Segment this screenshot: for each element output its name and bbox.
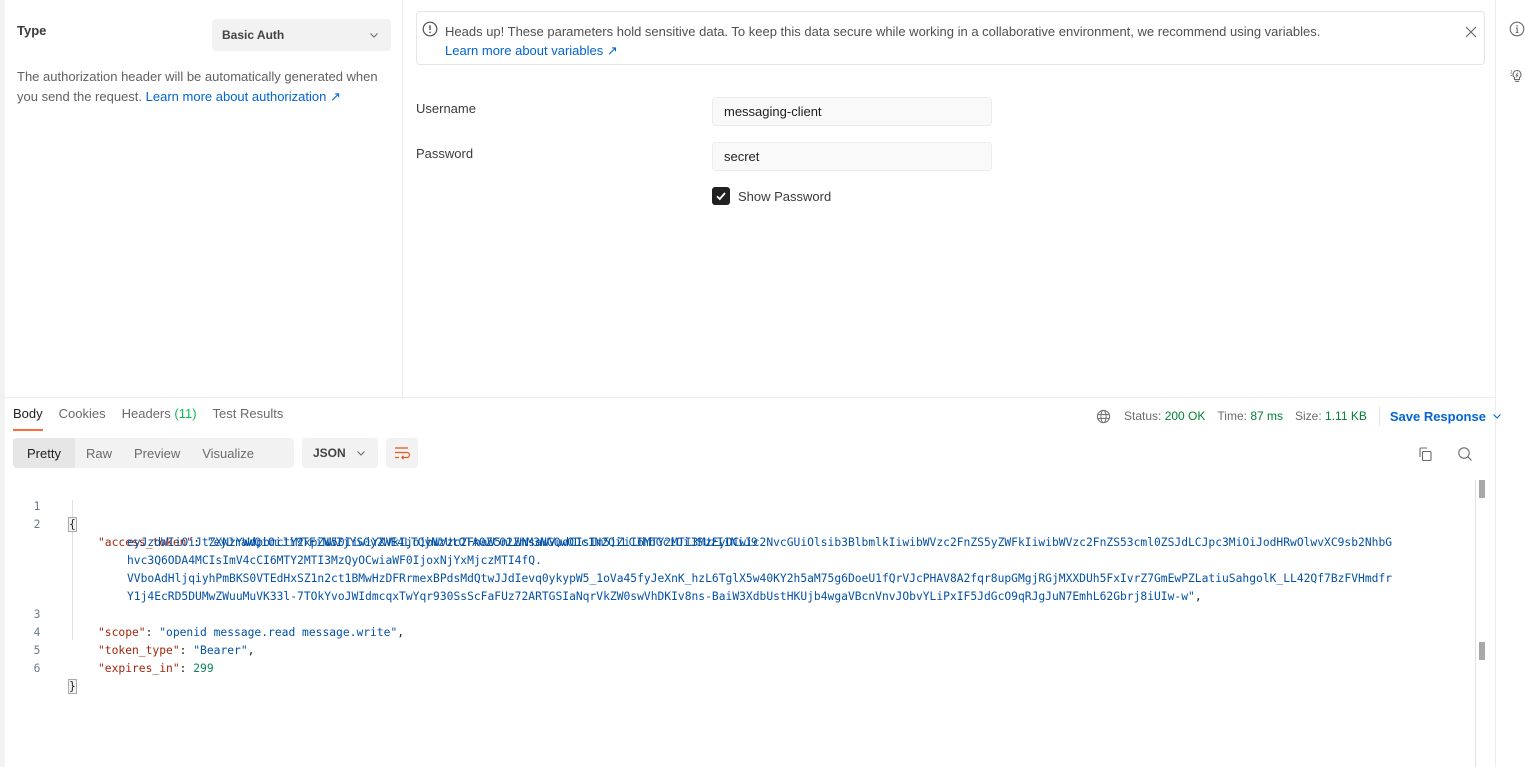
search-icon[interactable] bbox=[1457, 446, 1473, 462]
wrap-lines-icon bbox=[395, 447, 411, 460]
tab-test-results-label: Test Results bbox=[212, 406, 284, 421]
view-pretty[interactable]: Pretty bbox=[13, 438, 75, 468]
comma: , bbox=[397, 626, 405, 639]
right-context-bar bbox=[1495, 0, 1525, 767]
password-label: Password bbox=[416, 146, 474, 161]
size-value[interactable]: 1.11 KB bbox=[1325, 409, 1367, 423]
chevron-down-icon bbox=[357, 451, 365, 456]
username-label: Username bbox=[416, 101, 476, 116]
view-mode-segmented: Pretty Raw Preview Visualize bbox=[13, 438, 294, 468]
json-key-expires-in: "expires_in" bbox=[98, 662, 180, 675]
comma: , bbox=[1194, 590, 1202, 603]
format-select[interactable]: JSON bbox=[302, 438, 378, 468]
headers-count-badge: (11) bbox=[174, 406, 197, 421]
editor-scroll-track bbox=[1475, 480, 1476, 767]
alert-message: Heads up! These parameters hold sensitiv… bbox=[445, 24, 1321, 39]
code-line-wrap: eyJzdWIiOiJtZXNzYWdpbmctY2xpZW50IiwiYXVk… bbox=[5, 516, 1392, 549]
auth-type-select[interactable]: Basic Auth bbox=[212, 19, 391, 51]
access-token-value-part: VVboAdHljqiyhPmBKS0VTEdHxSZ1n2ct1BMwHzDF… bbox=[127, 572, 1393, 585]
code-line: 4 "token_type": "Bearer", bbox=[5, 606, 255, 657]
chevron-down-icon bbox=[370, 33, 378, 38]
scope-value: "openid message.read message.write" bbox=[159, 626, 398, 639]
info-icon[interactable] bbox=[1509, 21, 1525, 37]
status-label: Status: bbox=[1124, 409, 1162, 423]
password-field[interactable] bbox=[712, 142, 992, 171]
save-response-button[interactable]: Save Response bbox=[1390, 409, 1502, 424]
checkmark-icon bbox=[716, 192, 726, 201]
show-password-label: Show Password bbox=[738, 189, 832, 204]
close-icon[interactable] bbox=[1464, 25, 1478, 39]
learn-more-authorization-link[interactable]: Learn more about authorization ↗ bbox=[146, 89, 341, 104]
colon: : bbox=[179, 662, 194, 675]
code-line: 3 "scope": "openid message.read message.… bbox=[5, 588, 404, 639]
sensitive-data-alert: Heads up! These parameters hold sensitiv… bbox=[416, 11, 1485, 65]
tab-cookies[interactable]: Cookies bbox=[59, 406, 106, 431]
scrollbar-thumb-top[interactable] bbox=[1479, 480, 1485, 498]
code-line: 1 { bbox=[5, 480, 77, 532]
tab-cookies-label: Cookies bbox=[58, 406, 106, 421]
view-preview[interactable]: Preview bbox=[123, 438, 191, 468]
comma: , bbox=[247, 644, 255, 657]
chevron-down-icon bbox=[1493, 414, 1501, 419]
size-label: Size: bbox=[1295, 409, 1322, 423]
wrap-lines-button[interactable] bbox=[386, 438, 418, 468]
tab-body[interactable]: Body bbox=[13, 406, 43, 431]
colon: : bbox=[145, 626, 160, 639]
tab-headers-label: Headers bbox=[121, 406, 171, 421]
auth-type-value: Basic Auth bbox=[222, 28, 285, 42]
save-response-label: Save Response bbox=[1389, 408, 1486, 424]
alert-text: Heads up! These parameters hold sensitiv… bbox=[445, 22, 1320, 60]
tab-body-label: Body bbox=[13, 406, 43, 421]
code-line: 6 } bbox=[5, 642, 77, 694]
access-token-value-part: eyJzdWIiOiJtZXNzYWdpbmctY2xpZW50IiwiYXVk… bbox=[127, 536, 1393, 549]
code-line-wrap: hvc3Q6ODA4MCIsImV4cCI6MTY2MTI3MzQyOCwiaW… bbox=[5, 534, 542, 567]
auth-type-label: Type bbox=[17, 23, 47, 38]
view-visualize[interactable]: Visualize bbox=[191, 438, 265, 468]
lightbulb-icon[interactable] bbox=[1509, 68, 1525, 84]
close-brace: } bbox=[68, 679, 77, 694]
code-line-wrap: VVboAdHljqiyhPmBKS0VTEdHxSZ1n2ct1BMwHzDF… bbox=[5, 552, 1392, 585]
time-label: Time: bbox=[1217, 409, 1247, 423]
time-value[interactable]: 87 ms bbox=[1250, 409, 1283, 423]
copy-icon[interactable] bbox=[1417, 446, 1433, 462]
meta-divider bbox=[1378, 406, 1380, 426]
auth-params-panel: Heads up! These parameters hold sensitiv… bbox=[404, 0, 1495, 397]
code-line: 2 "access_token": "eyJraWQiOiJiMTFiNWZjY… bbox=[5, 498, 765, 549]
access-token-value-part: hvc3Q6ODA4MCIsImV4cCI6MTY2MTI3MzQyOCwiaW… bbox=[127, 554, 542, 567]
auth-type-panel: Type Basic Auth The authorization header… bbox=[5, 0, 403, 397]
format-value: JSON bbox=[313, 446, 346, 460]
json-key-scope: "scope" bbox=[98, 626, 146, 639]
scrollbar-thumb-bottom[interactable] bbox=[1479, 642, 1485, 660]
response-body-editor[interactable]: 1 { 2 "access_token": "eyJraWQiOiJiMTFiN… bbox=[5, 480, 1475, 767]
auth-description: The authorization header will be automat… bbox=[17, 67, 387, 107]
access-token-value-part: Y1j4EcRD5DUMwZWuuMuVK33l-7TOkYvoJWIdmcqx… bbox=[127, 590, 1195, 603]
panel-divider[interactable] bbox=[5, 397, 1495, 398]
status-value[interactable]: 200 OK bbox=[1165, 409, 1206, 423]
warning-circle-icon bbox=[422, 21, 438, 37]
code-line-wrap: Y1j4EcRD5DUMwZWuuMuVK33l-7TOkYvoJWIdmcqx… bbox=[5, 570, 1202, 603]
colon: : bbox=[179, 644, 194, 657]
tab-headers[interactable]: Headers (11) bbox=[122, 406, 197, 431]
globe-icon[interactable] bbox=[1096, 409, 1111, 424]
tab-test-results[interactable]: Test Results bbox=[213, 406, 284, 431]
view-raw[interactable]: Raw bbox=[75, 438, 123, 468]
response-meta: Status: 200 OK Time: 87 ms Size: 1.11 KB… bbox=[1096, 406, 1502, 426]
line-number: 6 bbox=[33, 662, 41, 675]
json-key-token-type: "token_type" bbox=[98, 644, 180, 657]
username-field[interactable] bbox=[712, 97, 992, 126]
expires-in-value: 299 bbox=[193, 662, 214, 675]
response-tabs: Body Cookies Headers (11) Test Results bbox=[13, 406, 283, 431]
token-type-value: "Bearer" bbox=[193, 644, 248, 657]
learn-more-variables-link[interactable]: Learn more about variables ↗ bbox=[445, 41, 1320, 60]
code-line: 5 "expires_in": 299 bbox=[5, 624, 214, 675]
open-brace: { bbox=[68, 517, 77, 532]
show-password-checkbox[interactable] bbox=[712, 187, 730, 205]
